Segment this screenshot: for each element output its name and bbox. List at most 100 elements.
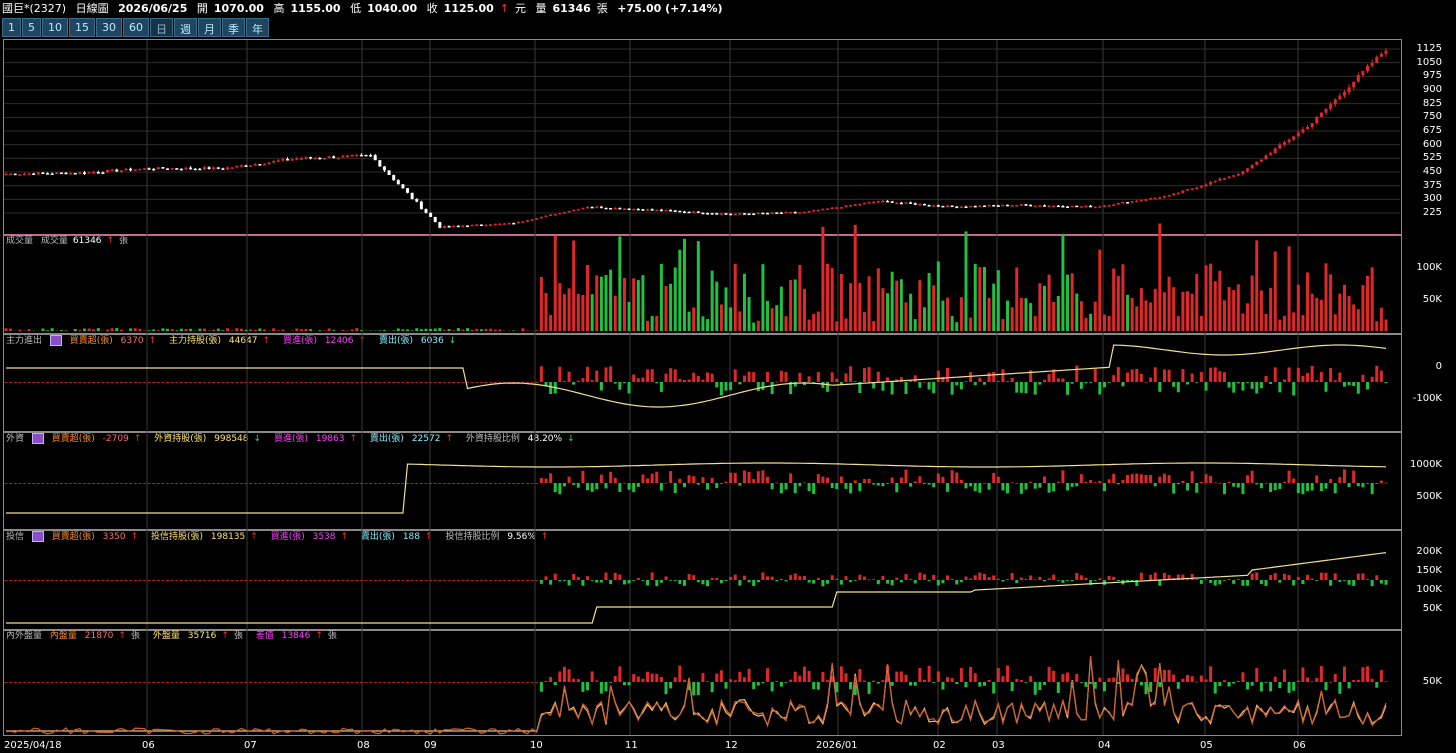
inout-bar-11	[55, 682, 59, 683]
trust-bar-94	[438, 580, 442, 581]
volume-bar-98	[456, 328, 460, 331]
candle-body-122	[567, 210, 571, 213]
mainforce-bar-64	[299, 382, 303, 383]
foreign-bar-95	[442, 483, 446, 484]
trust-bar-140	[650, 572, 654, 580]
trust-bar-141	[655, 580, 659, 587]
inout-bar-194	[899, 671, 903, 682]
trust-bar-154	[715, 577, 719, 580]
candle-body-63	[295, 158, 299, 160]
candle-body-160	[742, 213, 746, 215]
foreign-bar-61	[286, 483, 290, 484]
mainforce-bar-275	[1273, 367, 1277, 382]
candle-body-174	[807, 211, 811, 213]
trust-bar-112	[521, 580, 525, 581]
volume-bar-200	[927, 272, 931, 331]
inout-bar-66	[309, 682, 313, 683]
volume-bar-101	[470, 330, 474, 331]
inout-bar-226	[1047, 666, 1051, 682]
inout-bar-190	[881, 680, 885, 682]
candle-body-111	[516, 221, 520, 224]
foreign-bar-105	[489, 483, 493, 484]
mainforce-bar-53	[249, 382, 253, 383]
mainforce-bar-152	[706, 372, 710, 382]
volume-bar-103	[479, 329, 483, 331]
mainforce-bar-67	[313, 382, 317, 383]
mainforce-bar-57	[267, 382, 271, 383]
volume-bar-62	[290, 330, 294, 331]
trust-bar-169	[784, 580, 788, 582]
trust-bar-234	[1084, 577, 1088, 580]
trust-bar-37	[175, 580, 179, 581]
foreign-bar-6	[32, 483, 36, 484]
mainforce-bar-71	[332, 382, 336, 383]
trust-bar-44	[207, 580, 211, 581]
candle-body-142	[659, 209, 663, 212]
mainforce-bar-169	[784, 372, 788, 382]
trust-bar-104	[484, 580, 488, 581]
mainforce-bar-295	[1366, 382, 1370, 390]
mainforce-bar-210	[973, 382, 977, 386]
candle-body-152	[706, 213, 710, 215]
candle-body-99	[461, 225, 465, 228]
inout-bar-97	[452, 682, 456, 683]
volume-bar-158	[733, 263, 737, 331]
foreign-bar-225	[1042, 476, 1046, 483]
inout-bar-109	[507, 682, 511, 683]
mainforce-bar-159	[738, 382, 742, 385]
mainforce-bar-90	[419, 382, 423, 383]
inout-bar-204	[946, 677, 950, 682]
candle-body-67	[313, 157, 317, 160]
trust-bar-61	[286, 580, 290, 581]
price-tick-11: 300	[1422, 193, 1442, 205]
mainforce-bar-254	[1176, 382, 1180, 393]
foreign-bar-30	[142, 483, 146, 484]
trust-bar-102	[475, 580, 479, 581]
candle-body-134	[622, 208, 626, 211]
candle-body-238	[1102, 205, 1106, 207]
inout-bar-14	[69, 682, 73, 683]
trust-bar-167	[775, 580, 779, 582]
foreign-bar-289	[1338, 477, 1342, 483]
foreign-bar-114	[530, 483, 534, 484]
trust-bar-184	[853, 580, 857, 581]
inout-bar-270	[1250, 682, 1254, 686]
trust-bar-158	[733, 574, 737, 580]
volume-bar-193	[895, 280, 899, 331]
foreign-bar-124	[576, 483, 580, 488]
candle-body-270	[1250, 164, 1254, 169]
inout-bar-261	[1209, 666, 1213, 682]
foreign-bar-174	[807, 483, 811, 492]
volume-bar-145	[673, 267, 677, 331]
foreign-bar-26	[124, 483, 128, 484]
volume-bar-206	[955, 322, 959, 331]
mainforce-bar-279	[1292, 382, 1296, 396]
candle-body-7	[36, 172, 40, 175]
foreign-bar-37	[175, 483, 179, 484]
mainforce-bar-161	[747, 371, 751, 382]
volume-bar-24	[115, 328, 119, 331]
mainforce-bar-65	[304, 382, 308, 383]
candle-body-263	[1218, 178, 1222, 181]
trust-bar-39	[184, 580, 188, 581]
trust-bar-183	[849, 580, 853, 583]
mainforce-bar-292	[1352, 382, 1356, 387]
trust-bar-139	[646, 580, 650, 586]
trust-bar-108	[502, 580, 506, 581]
volume-bar-128	[595, 275, 599, 331]
foreign-bar-1	[9, 483, 13, 484]
foreign-bar-247	[1144, 474, 1148, 483]
mainforce-bar-130	[604, 367, 608, 382]
inout-bar-257	[1190, 676, 1194, 682]
trust-bar-275	[1273, 573, 1277, 580]
candle-body-120	[558, 212, 562, 215]
mainforce-bar-125	[581, 378, 585, 382]
foreign-bar-163	[756, 471, 760, 483]
mainforce-bar-296	[1370, 376, 1374, 382]
mainforce-bar-73	[341, 382, 345, 383]
trust-bar-79	[369, 580, 373, 581]
foreign-bar-139	[646, 478, 650, 483]
trust-bar-204	[946, 575, 950, 580]
mainforce-bar-86	[401, 382, 405, 383]
inout-bar-169	[784, 682, 788, 683]
